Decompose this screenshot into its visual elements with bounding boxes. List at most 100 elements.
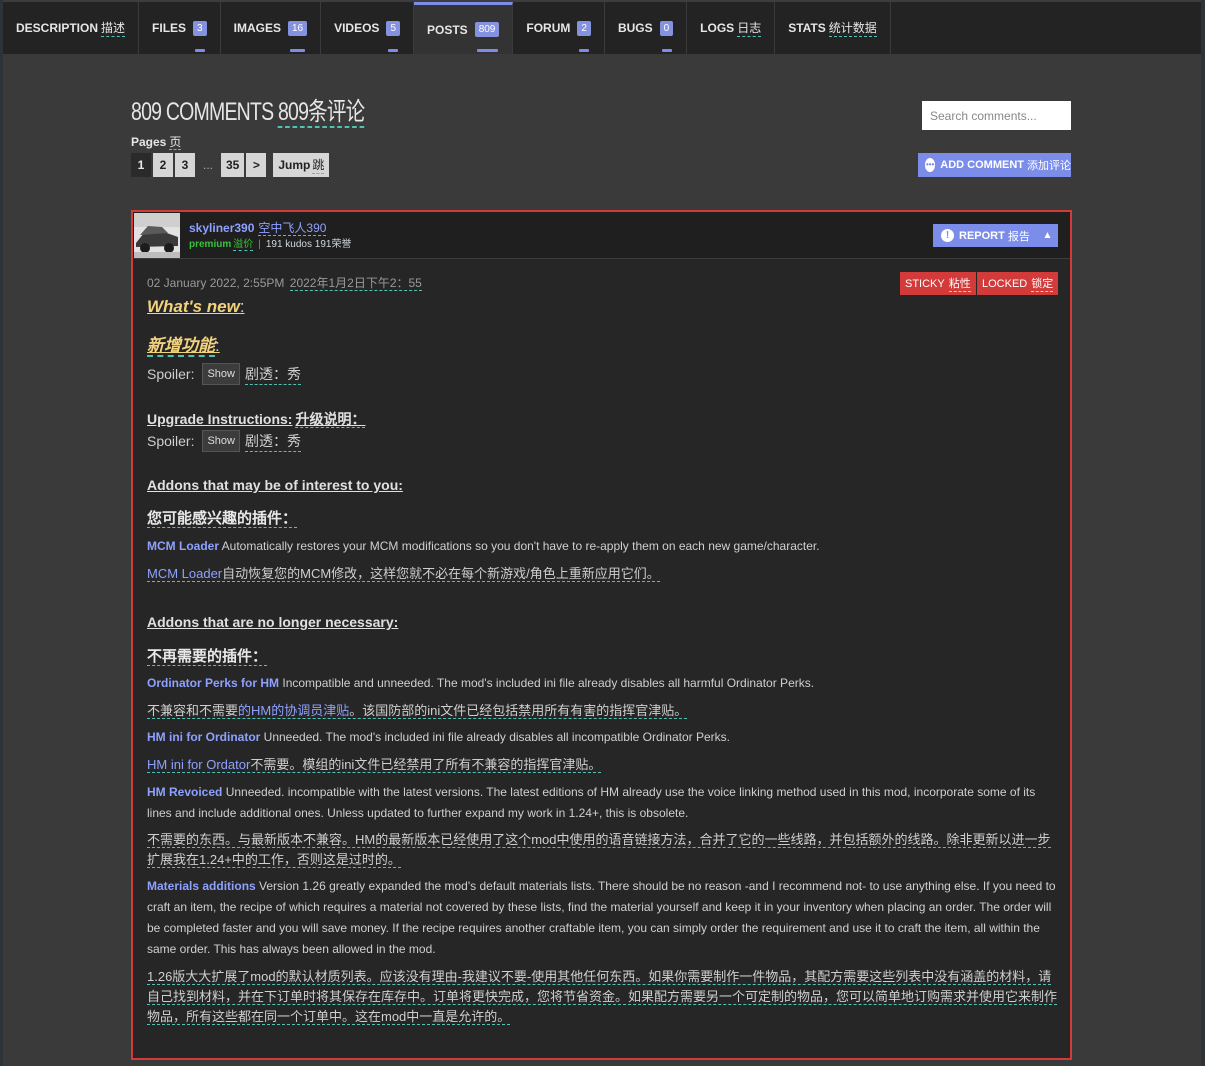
spoiler-2: Spoiler: Show 剧透：秀 xyxy=(147,430,301,452)
page-35-button[interactable]: 35 xyxy=(221,153,245,177)
tab-label: STATS xyxy=(788,21,826,35)
kudos-count-cn: 191荣誉 xyxy=(314,239,352,250)
tab-indicator xyxy=(289,49,305,52)
spoiler-show-button[interactable]: Show xyxy=(202,363,240,385)
ordinator-link[interactable]: Ordinator Perks for HM xyxy=(147,676,279,690)
tab-bugs[interactable]: BUGS 0 xyxy=(605,2,688,54)
tab-label: POSTS xyxy=(427,22,468,37)
hm-ini-desc-cn: 不需要。模组的ini文件已经禁用了所有不兼容的指挥官津贴。 xyxy=(250,757,602,772)
materials-desc: Version 1.26 greatly expanded the mod's … xyxy=(147,879,1056,956)
avatar[interactable] xyxy=(134,213,180,258)
tab-logs[interactable]: LOGS 日志 xyxy=(687,2,776,54)
whats-new-text: What's new xyxy=(147,297,240,316)
spoiler-show-button[interactable]: Show xyxy=(202,430,240,452)
tab-videos[interactable]: VIDEOS 5 xyxy=(321,2,414,54)
page-title-cn: 809条评论 xyxy=(277,98,365,128)
tab-indicator xyxy=(661,49,672,52)
ordinator-desc-cn-b: 。该国防部的ini文件已经包括禁用所有有害的指挥官津贴。 xyxy=(349,703,688,718)
tab-description[interactable]: DESCRIPTION 描述 xyxy=(3,2,140,54)
hm-revoiced-item-cn: 不需要的东西。与最新版本不兼容。HM的最新版本已经使用了这个mod中使用的语音链… xyxy=(147,830,1057,870)
page-2-button[interactable]: 2 xyxy=(153,153,173,177)
page-1-button[interactable]: 1 xyxy=(131,153,151,177)
add-comment-label-cn: 添加评论 xyxy=(1027,160,1071,172)
search-comments-input[interactable] xyxy=(922,101,1071,130)
tab-label: LOGS xyxy=(700,21,735,35)
locked-badge: LOCKED 锁定 xyxy=(977,272,1059,295)
addons-interest-text: Addons that may be of interest to you: xyxy=(147,477,403,493)
report-button[interactable]: ! REPORT 报告 xyxy=(933,224,1038,247)
comment-card: skyliner390 空中飞人390 premium 溢价 | 191 kudos 1… xyxy=(131,210,1072,1060)
mcm-loader-link[interactable]: MCM Loader xyxy=(147,539,219,553)
comment-date: 02 January 2022, 2:55PM 2022年1月2日下午2：55 xyxy=(147,274,422,291)
jump-button[interactable]: Jump 跳 xyxy=(273,153,330,177)
tab-indicator xyxy=(477,49,498,52)
materials-item: Materials additions Version 1.26 greatly… xyxy=(147,876,1057,960)
tab-images[interactable]: IMAGES 16 xyxy=(221,2,322,54)
pages-label-en: Pages xyxy=(131,135,167,149)
whats-new-heading-cn: 新增功能: xyxy=(147,331,220,357)
whats-new-colon: : xyxy=(239,297,245,316)
page-3-button[interactable]: 3 xyxy=(175,153,195,177)
hm-revoiced-item: HM Revoiced Unneeded. incompatible with … xyxy=(147,782,1057,824)
next-page-button[interactable]: > xyxy=(246,153,267,177)
whats-new-heading: What's new: xyxy=(147,297,245,317)
pages-label: Pages 页 xyxy=(131,133,182,150)
tab-label-cn: 日志 xyxy=(737,21,762,37)
comment-header: skyliner390 空中飞人390 premium 溢价 | 191 kudos 1… xyxy=(133,212,1070,259)
tab-count-badge: 3 xyxy=(193,20,207,36)
tab-stats[interactable]: STATS 统计数据 xyxy=(775,2,891,54)
spoiler-1: Spoiler: Show 剧透：秀 xyxy=(147,363,301,385)
hm-ini-desc: Unneeded. The mod's included ini file al… xyxy=(260,730,730,744)
mcm-loader-item-cn: MCM Loader自动恢复您的MCM修改，这样您就不必在每个新游戏/角色上重新… xyxy=(147,564,1057,584)
mcm-loader-link-cn[interactable]: MCM Loader xyxy=(147,566,222,581)
tab-label: DESCRIPTION xyxy=(16,21,99,35)
hm-ini-item-cn: HM ini for Ordator不需要。模组的ini文件已经禁用了所有不兼容… xyxy=(147,755,1057,775)
tab-count-badge: 16 xyxy=(287,20,308,36)
ordinator-item-cn: 不兼容和不需要的HM的协调员津贴。该国防部的ini文件已经包括禁用所有有害的指挥… xyxy=(147,701,1057,721)
author-meta: premium 溢价 | 191 kudos 191荣誉 xyxy=(189,235,352,251)
tab-forum[interactable]: FORUM 2 xyxy=(513,2,605,54)
tab-label: FILES xyxy=(152,21,187,35)
tab-label: VIDEOS xyxy=(334,21,380,35)
ordinator-link-cn[interactable]: 的HM的协调员津贴 xyxy=(238,703,349,718)
tab-bar: DESCRIPTION 描述 FILES 3 IMAGES 16 VIDEOS 5 POSTS 8… xyxy=(3,0,1201,54)
sticky-badge: STICKY 粘性 xyxy=(900,272,976,295)
addons-no-text: Addons that are no longer necessary: xyxy=(147,614,399,630)
materials-item-cn: 1.26版大大扩展了mod的默认材质列表。应该没有理由-我建议不要-使用其他任何… xyxy=(147,967,1058,1027)
addons-no-text-cn: 不再需要的插件： xyxy=(147,648,268,666)
addons-interest-heading-cn: 您可能感兴趣的插件： xyxy=(147,507,298,528)
whats-new-colon-cn: : xyxy=(215,336,220,355)
collapse-button[interactable]: ▲ xyxy=(1037,224,1058,247)
hm-revoiced-desc: Unneeded. incompatible with the latest v… xyxy=(147,785,1036,820)
comment-author[interactable]: skyliner390 空中飞人390 xyxy=(189,219,327,236)
hm-ini-link-cn[interactable]: HM ini for Ordator xyxy=(147,757,250,772)
materials-desc-cn: 1.26版大大扩展了mod的默认材质列表。应该没有理由-我建议不要-使用其他任何… xyxy=(147,969,1058,1025)
tab-posts[interactable]: POSTS 809 xyxy=(414,2,514,54)
mcm-loader-desc: Automatically restores your MCM modifica… xyxy=(219,539,820,553)
ordinator-item: Ordinator Perks for HM Incompatible and … xyxy=(147,673,1057,694)
page-title: 809 COMMENTS 809条评论 xyxy=(131,92,365,128)
kudos-count: 191 kudos xyxy=(265,239,312,250)
author-name[interactable]: skyliner390 xyxy=(189,221,254,235)
hm-ini-item: HM ini for Ordinator Unneeded. The mod's… xyxy=(147,727,1057,748)
spoiler-label: Spoiler: xyxy=(147,433,195,449)
upgrade-heading: Upgrade Instructions: 升级说明： xyxy=(147,409,366,429)
hm-ini-link[interactable]: HM ini for Ordinator xyxy=(147,730,260,744)
tab-indicator xyxy=(195,49,206,52)
tab-label: IMAGES xyxy=(233,21,281,35)
pages-label-cn: 页 xyxy=(169,135,182,150)
whats-new-text-cn: 新增功能 xyxy=(147,336,215,357)
tab-files[interactable]: FILES 3 xyxy=(139,2,221,54)
spoiler-label: Spoiler: xyxy=(147,366,195,382)
chevron-right-icon: > xyxy=(252,158,260,172)
hm-revoiced-desc-cn: 不需要的东西。与最新版本不兼容。HM的最新版本已经使用了这个mod中使用的语音链… xyxy=(147,832,1051,868)
addons-no-heading: Addons that are no longer necessary: xyxy=(147,614,398,630)
chevron-up-icon: ▲ xyxy=(1042,230,1053,241)
role-badge: premium xyxy=(189,239,232,250)
date-cn: 2022年1月2日下午2：55 xyxy=(289,276,422,291)
materials-link[interactable]: Materials additions xyxy=(147,879,256,893)
spoiler-label-cn: 剧透：秀 xyxy=(245,431,301,452)
spoiler-label-cn: 剧透：秀 xyxy=(245,364,301,385)
add-comment-button[interactable]: ••• ADD COMMENT 添加评论 xyxy=(918,153,1071,177)
hm-revoiced-link[interactable]: HM Revoiced xyxy=(147,785,222,799)
